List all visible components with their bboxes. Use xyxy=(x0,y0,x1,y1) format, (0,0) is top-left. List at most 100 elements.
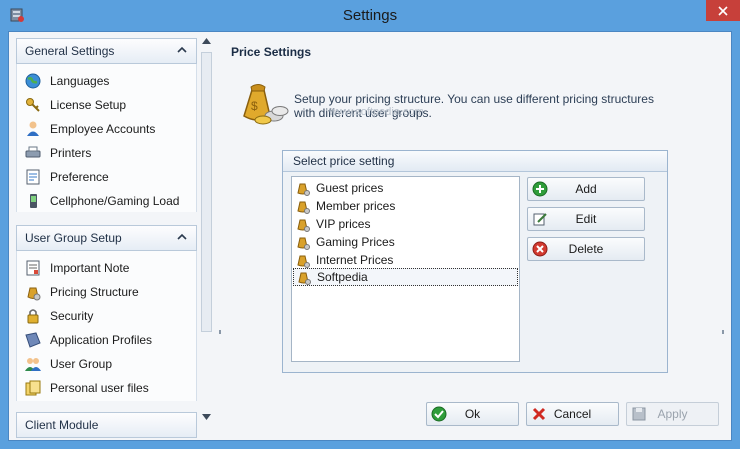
nav-item-label: Personal user files xyxy=(50,381,149,395)
nav-item-printers[interactable]: Printers xyxy=(24,143,91,163)
nav-group-label: General Settings xyxy=(25,44,115,58)
cancel-button-label: Cancel xyxy=(553,407,592,421)
save-disk-icon xyxy=(632,407,646,421)
cancel-x-icon xyxy=(532,407,546,421)
nav-item-cellphone-gaming-load[interactable]: Cellphone/Gaming Load xyxy=(24,191,179,211)
title-bar: Settings xyxy=(0,0,740,31)
nav-item-important-note[interactable]: Important Note xyxy=(24,258,129,278)
list-item[interactable]: Member prices xyxy=(293,197,518,215)
nav-item-security[interactable]: Security xyxy=(24,306,93,326)
nav-item-user-group[interactable]: User Group xyxy=(24,354,112,374)
cellphone-icon xyxy=(30,194,37,208)
money-bag-icon: $ xyxy=(243,84,289,125)
settings-nav: General Settings Languages License Setup… xyxy=(9,32,214,440)
nav-item-employee-accounts[interactable]: Employee Accounts xyxy=(24,119,155,139)
scroll-up-arrow-icon[interactable] xyxy=(202,38,211,44)
close-button[interactable] xyxy=(706,0,740,21)
add-icon xyxy=(532,181,548,197)
nav-item-pricing-structure[interactable]: Pricing Structure xyxy=(24,282,139,302)
nav-group-label: Client Module xyxy=(25,418,99,432)
nav-item-personal-user-files[interactable]: Personal user files xyxy=(24,378,149,398)
price-setting-group-title: Select price setting xyxy=(283,151,667,172)
user-group-icon xyxy=(25,358,41,371)
list-item-label: Member prices xyxy=(316,199,396,213)
checkmark-icon xyxy=(431,406,447,422)
edit-icon xyxy=(533,213,547,226)
page-title: Price Settings xyxy=(231,45,312,59)
price-setting-list[interactable]: Guest prices Member prices VIP prices Ga… xyxy=(291,176,520,362)
nav-group-user-group-setup[interactable]: User Group Setup xyxy=(16,225,197,251)
add-button[interactable]: Add xyxy=(527,177,645,201)
nav-group-label: User Group Setup xyxy=(25,231,122,245)
list-item-label: Internet Prices xyxy=(316,253,394,267)
delete-button-label: Delete xyxy=(568,242,604,256)
chevron-up-icon xyxy=(177,233,187,240)
ok-button[interactable]: Ok xyxy=(426,402,519,426)
nav-scrollbar[interactable] xyxy=(200,34,213,424)
svg-text:$: $ xyxy=(251,99,258,113)
nav-group-general-settings[interactable]: General Settings xyxy=(16,38,197,64)
nav-item-label: Languages xyxy=(50,74,110,88)
list-item-selected[interactable]: Softpedia xyxy=(293,268,518,286)
nav-item-label: Security xyxy=(50,309,94,323)
panel-splitter[interactable] xyxy=(215,32,225,440)
cancel-button[interactable]: Cancel xyxy=(526,402,619,426)
note-icon xyxy=(26,260,40,276)
right-splitter-grip xyxy=(722,330,724,334)
preference-icon xyxy=(26,169,40,185)
money-bag-icon xyxy=(297,237,310,250)
settings-window: Settings General Settings Languages Lice… xyxy=(0,0,740,449)
apply-button[interactable]: Apply xyxy=(626,402,719,426)
list-item[interactable]: Gaming Prices xyxy=(293,233,518,251)
chevron-up-icon xyxy=(177,46,187,53)
list-item[interactable]: Guest prices xyxy=(293,179,518,197)
apply-button-label: Apply xyxy=(657,407,688,421)
delete-button[interactable]: Delete xyxy=(527,237,645,261)
delete-icon xyxy=(532,241,548,257)
edit-button[interactable]: Edit xyxy=(527,207,645,231)
close-icon xyxy=(718,5,728,16)
add-button-label: Add xyxy=(575,182,597,196)
money-bag-icon xyxy=(27,287,41,301)
nav-item-label: User Group xyxy=(50,357,113,371)
money-bag-icon xyxy=(297,183,310,196)
nav-item-label: Cellphone/Gaming Load xyxy=(50,194,180,208)
nav-item-license-setup[interactable]: License Setup xyxy=(24,95,126,115)
money-bag-icon xyxy=(297,255,310,268)
files-icon xyxy=(25,380,41,396)
nav-group-client-module[interactable]: Client Module xyxy=(16,412,197,438)
watermark: www.softpedia.com xyxy=(329,106,424,118)
scroll-down-arrow-icon[interactable] xyxy=(202,414,211,420)
nav-item-label: Preference xyxy=(50,170,109,184)
printer-icon xyxy=(25,146,41,158)
list-item[interactable]: Internet Prices xyxy=(293,251,518,269)
application-icon xyxy=(25,332,41,348)
nav-item-preference[interactable]: Preference xyxy=(24,167,109,187)
settings-client-area: General Settings Languages License Setup… xyxy=(8,31,732,441)
nav-item-label: Employee Accounts xyxy=(50,122,156,136)
nav-item-label: Printers xyxy=(50,146,92,160)
keys-icon xyxy=(26,98,40,112)
price-setting-group: Select price setting Guest prices Member… xyxy=(282,150,668,373)
globe-icon xyxy=(25,73,41,89)
money-bag-icon xyxy=(297,201,310,214)
user-icon xyxy=(27,121,39,136)
nav-item-languages[interactable]: Languages xyxy=(24,71,109,91)
window-title: Settings xyxy=(342,7,398,24)
nav-item-application-profiles[interactable]: Application Profiles xyxy=(24,330,152,350)
list-item-label: Softpedia xyxy=(317,270,368,284)
lock-icon xyxy=(27,309,39,324)
list-item-label: VIP prices xyxy=(316,217,371,231)
nav-item-label: License Setup xyxy=(50,98,127,112)
money-bag-icon xyxy=(297,219,310,232)
nav-item-label: Pricing Structure xyxy=(50,285,139,299)
ok-button-label: Ok xyxy=(464,407,481,421)
edit-button-label: Edit xyxy=(575,212,597,226)
list-item-label: Gaming Prices xyxy=(316,235,395,249)
nav-item-label: Application Profiles xyxy=(50,333,153,347)
list-item-label: Guest prices xyxy=(316,181,384,195)
nav-item-label: Important Note xyxy=(50,261,130,275)
scroll-thumb[interactable] xyxy=(201,52,212,332)
list-item[interactable]: VIP prices xyxy=(293,215,518,233)
money-bag-icon xyxy=(298,272,311,285)
